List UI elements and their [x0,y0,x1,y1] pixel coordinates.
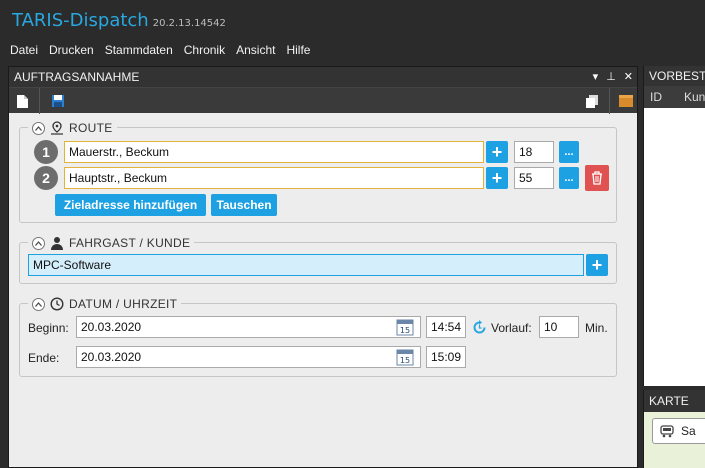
order-entry-panel: AUFTRAGSANNAHME ▾ ⊥ ✕ ROUTE 1 Mauerstr.,… [8,66,638,468]
stop-2-add-button[interactable]: + [486,167,508,189]
panel-title: AUFTRAGSANNAHME [14,70,140,84]
customer-group: FAHRGAST / KUNDE + [19,235,617,284]
menu-drucken[interactable]: Drucken [49,40,94,60]
map-panel: KARTE Sa [643,390,705,468]
swap-button[interactable]: Tauschen [211,194,277,216]
copy-icon[interactable] [583,92,601,110]
route-title: ROUTE [69,121,113,135]
end-date-input[interactable] [76,346,421,368]
stop-1-house-number-input[interactable] [514,141,554,163]
menu-chronik[interactable]: Chronik [184,40,225,60]
panel-toolbar [9,87,637,114]
customer-input[interactable] [28,254,584,276]
stop-2-more-button[interactable]: ... [559,167,579,189]
map-chip-label: Sa [681,424,696,438]
stop-1-more-button[interactable]: ... [559,141,579,163]
preorders-column-headers: ID Kund [644,86,705,108]
preorders-panel: VORBESTE ID Kund [643,66,705,386]
route-collapse-button[interactable] [32,121,45,135]
customer-title: FAHRGAST / KUNDE [69,236,191,250]
begin-time-input[interactable] [426,316,466,338]
menu-datei[interactable]: Datei [10,40,38,60]
datetime-group: DATUM / UHRZEIT Beginn: 15 Vorlauf: Min.… [19,296,617,377]
lead-label: Vorlauf: [491,321,532,335]
datetime-collapse-button[interactable] [32,297,45,311]
begin-date-input[interactable] [76,316,421,338]
save-icon[interactable] [49,92,67,110]
map-vehicle-chip[interactable]: Sa [652,418,705,444]
preorders-title: VORBESTE [644,66,705,86]
menu-stammdaten[interactable]: Stammdaten [105,40,173,60]
column-id[interactable]: ID [650,90,662,104]
stop-2-address-input[interactable] [64,167,484,189]
end-label: Ende: [28,351,60,365]
new-document-icon[interactable] [13,92,31,110]
pin-icon[interactable]: ⊥ [606,67,616,87]
lead-time-input[interactable] [539,316,579,338]
vehicle-icon [660,425,674,438]
route-group: ROUTE 1 + ... 2 + ... Zieladresse hinzuf… [19,120,617,223]
datetime-title: DATUM / UHRZEIT [69,297,178,311]
archive-icon[interactable] [617,92,635,110]
app-version: 20.2.13.14542 [152,18,226,29]
customer-add-button[interactable]: + [586,254,608,276]
add-destination-button[interactable]: Zieladresse hinzufügen [55,194,206,216]
clock-icon [50,297,64,311]
close-icon[interactable]: ✕ [624,67,633,87]
stop-1-address-input[interactable] [64,141,484,163]
stop-number-1: 1 [34,140,58,164]
stop-number-2: 2 [34,166,58,190]
panel-header: AUFTRAGSANNAHME ▾ ⊥ ✕ [9,67,637,87]
begin-calendar-day: 15 [400,326,410,335]
stop-1-add-button[interactable]: + [486,141,508,163]
begin-label: Beginn: [28,321,69,335]
app-name: TARIS-Dispatch [12,10,149,31]
end-time-input[interactable] [426,346,466,368]
dropdown-icon[interactable]: ▾ [593,67,599,87]
menu-hilfe[interactable]: Hilfe [286,40,310,60]
column-kunde[interactable]: Kund [684,90,705,104]
map-title: KARTE [644,390,705,412]
menu-ansicht[interactable]: Ansicht [236,40,275,60]
app-title: TARIS-Dispatch 20.2.13.14542 [12,10,226,31]
title-bar: TARIS-Dispatch 20.2.13.14542 [0,0,705,40]
location-pin-icon [51,121,63,135]
customer-collapse-button[interactable] [32,236,45,250]
person-icon [51,237,63,250]
refresh-icon[interactable] [472,320,487,335]
end-calendar-icon[interactable]: 15 [396,348,414,366]
begin-calendar-icon[interactable]: 15 [396,318,414,336]
menu-bar: Datei Drucken Stammdaten Chronik Ansicht… [0,40,705,60]
stop-2-house-number-input[interactable] [514,167,554,189]
lead-unit-label: Min. [585,321,608,335]
delete-stop-button[interactable] [585,165,609,191]
end-calendar-day: 15 [400,356,410,365]
trash-icon [592,171,602,185]
